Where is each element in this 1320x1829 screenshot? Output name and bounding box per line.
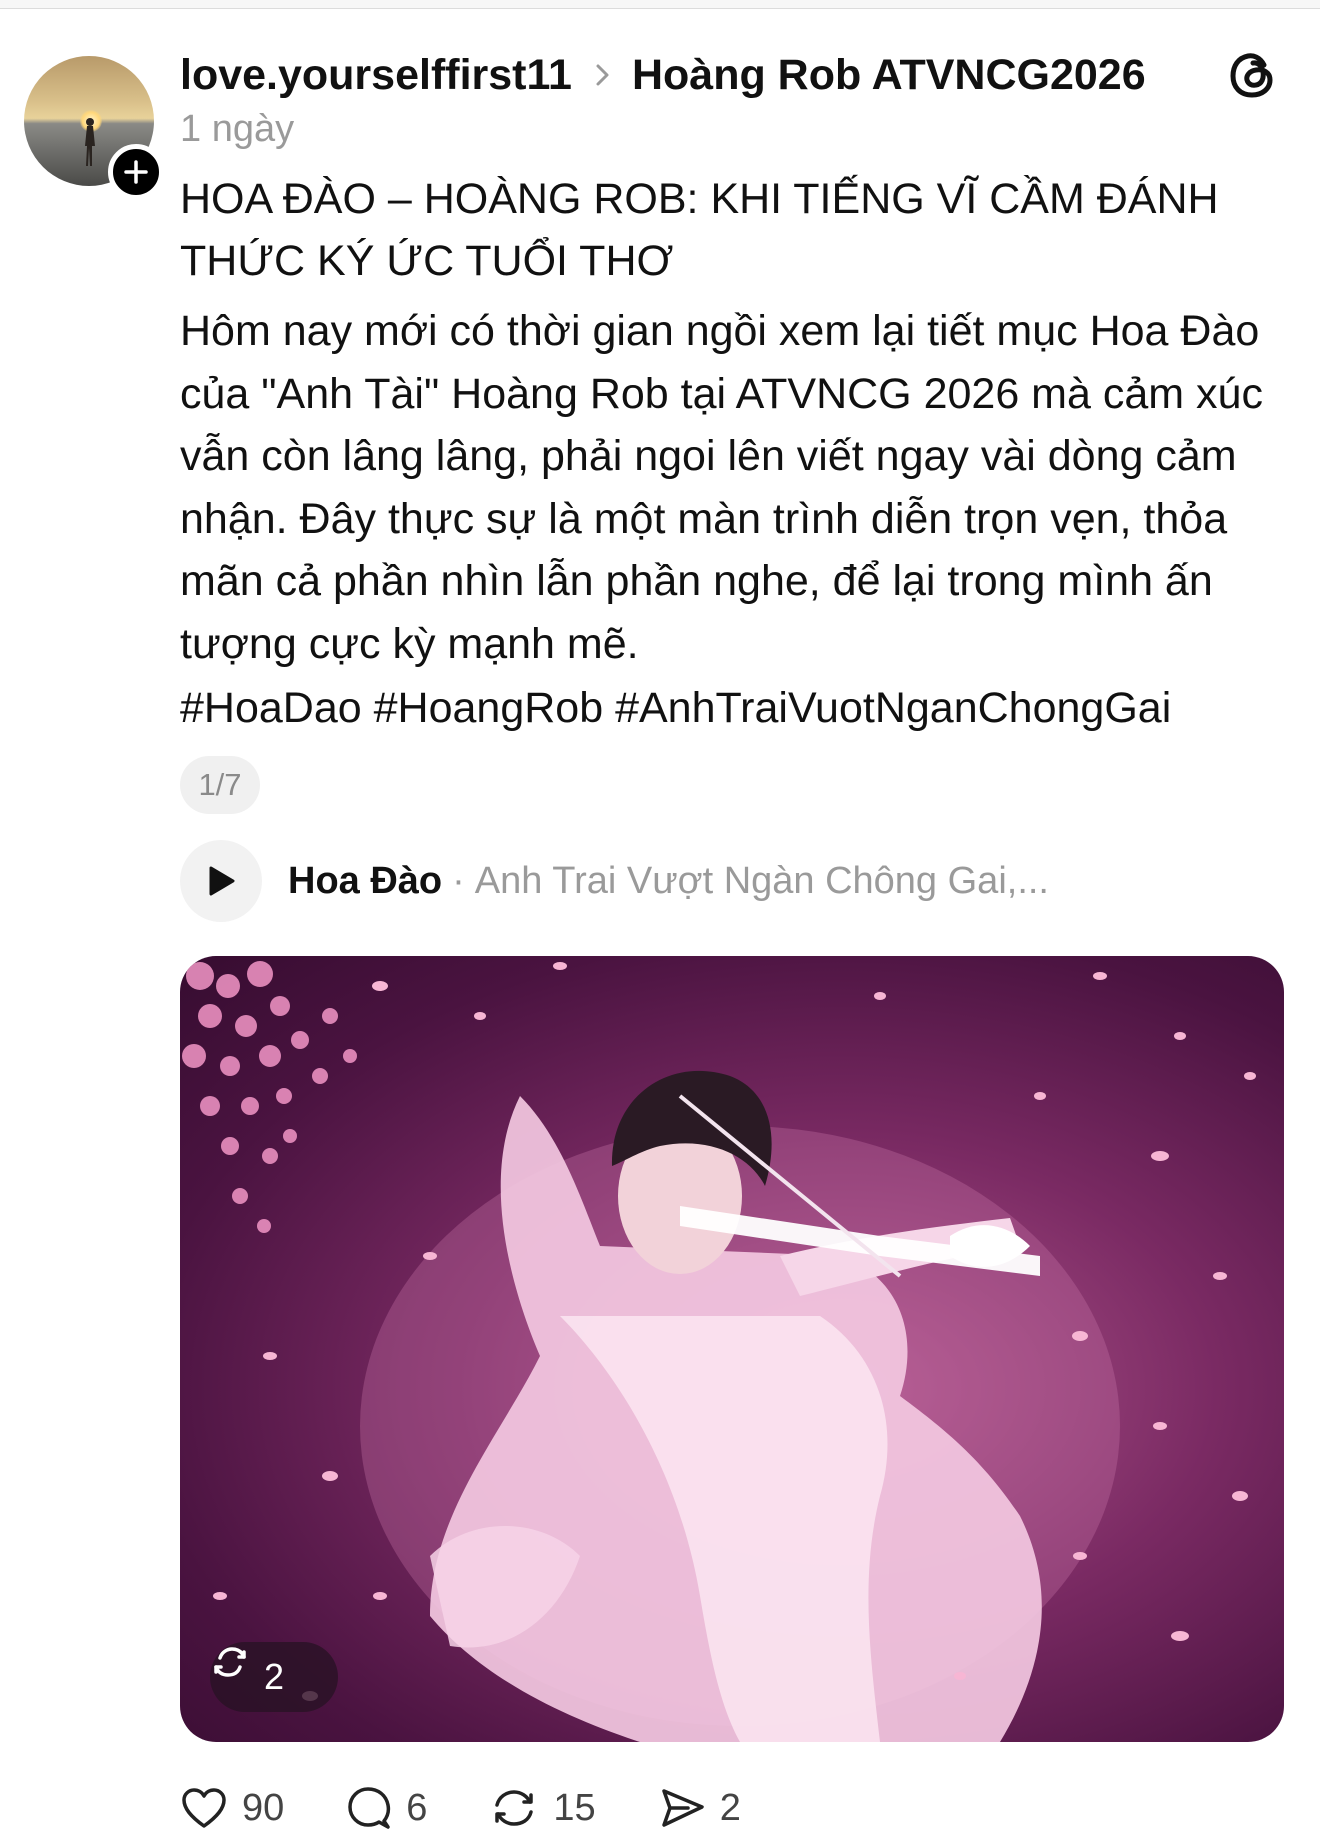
repost-icon (214, 1647, 246, 1677)
music-attachment[interactable]: Hoa Đào · Anh Trai Vượt Ngàn Chông Gai,.… (180, 840, 1049, 922)
plus-icon (124, 160, 148, 184)
share-count: 2 (719, 1786, 741, 1829)
post-hashtags[interactable]: #HoaDao #HoangRob #AnhTraiVuotNganChongG… (180, 684, 1171, 733)
community-name[interactable]: Hoàng Rob ATVNCG2026 (632, 51, 1146, 100)
comment-icon (348, 1787, 391, 1829)
play-button[interactable] (180, 840, 262, 922)
repost-button[interactable]: 15 (489, 1785, 596, 1829)
repost-icon (495, 1790, 534, 1826)
post-image[interactable]: 2 (180, 956, 1284, 1742)
repost-badge-count: 2 (263, 1656, 285, 1697)
send-icon (661, 1789, 704, 1827)
post-time: 1 ngày (180, 108, 295, 150)
repost-count: 15 (553, 1786, 596, 1829)
song-title: Hoa Đào (288, 859, 443, 902)
post-body: Hôm nay mới có thời gian ngồi xem lại ti… (180, 307, 1263, 668)
like-button[interactable]: 90 (180, 1786, 284, 1829)
author-name[interactable]: love.yourselffirst11 (180, 51, 572, 100)
like-count: 90 (242, 1786, 285, 1829)
comment-count: 6 (406, 1786, 428, 1829)
song-artist: Anh Trai Vượt Ngàn Chông Gai,... (474, 859, 1049, 902)
song-separator: · (452, 859, 465, 902)
comment-button[interactable]: 6 (346, 1785, 427, 1829)
play-icon (209, 866, 235, 896)
threads-post: love.yourselffirst11 Hoàng Rob ATVNCG202… (0, 0, 1320, 1829)
post-title: HOA ĐÀO – HOÀNG ROB: KHI TIẾNG VĨ CẦM ĐÁ… (180, 175, 1219, 285)
chevron-right-icon (594, 62, 612, 88)
post-header: love.yourselffirst11 Hoàng Rob ATVNCG202… (180, 48, 1146, 102)
performer-photo (182, 961, 1256, 1742)
page-indicator: 1/7 (180, 756, 260, 814)
repost-badge: 2 (210, 1642, 338, 1712)
share-button[interactable]: 2 (658, 1785, 741, 1829)
threads-logo-icon[interactable] (1226, 48, 1280, 102)
person-silhouette (85, 118, 95, 166)
heart-icon (182, 1788, 226, 1828)
top-divider (0, 0, 1320, 9)
action-bar: 90 6 15 2 (180, 1780, 803, 1829)
follow-button[interactable] (108, 144, 164, 200)
